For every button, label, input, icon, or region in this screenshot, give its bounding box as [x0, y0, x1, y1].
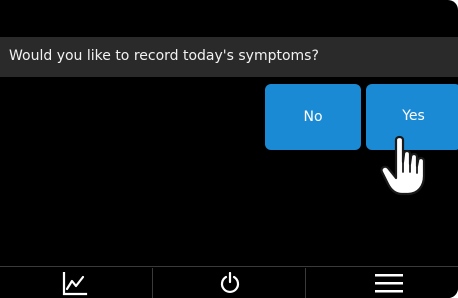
power-icon[interactable] — [220, 272, 240, 294]
menu-icon[interactable] — [374, 272, 404, 294]
nav-divider — [152, 268, 153, 298]
device-frame: Would you like to record today's symptom… — [0, 0, 458, 298]
device-screen: Would you like to record today's symptom… — [0, 0, 458, 298]
yes-button-label: Yes — [402, 108, 425, 124]
nav-divider — [305, 268, 306, 298]
chart-icon[interactable] — [62, 272, 88, 296]
no-button-label: No — [303, 109, 323, 125]
no-button[interactable]: No — [265, 84, 361, 150]
hand-pointer-icon — [380, 135, 426, 196]
symptom-prompt: Would you like to record today's symptom… — [9, 48, 319, 64]
